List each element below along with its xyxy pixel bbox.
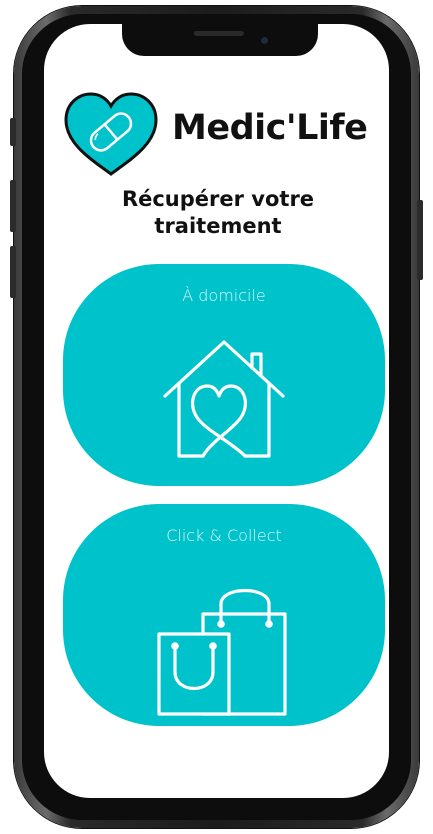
phone-notch	[122, 22, 318, 56]
phone-mockup: Medic'Life Récupérer votre traitement À …	[0, 0, 433, 834]
shopping-bags-icon	[157, 588, 287, 716]
home-delivery-button[interactable]: À domicile	[63, 264, 385, 486]
click-and-collect-button[interactable]: Click & Collect	[63, 504, 385, 726]
heart-pill-logo-icon	[64, 92, 158, 176]
front-camera	[261, 37, 268, 44]
phone-volume-down-button	[10, 246, 16, 298]
speaker-grille	[194, 31, 244, 36]
app-title: Medic'Life	[172, 108, 368, 148]
page-subtitle: Récupérer votre traitement	[121, 187, 315, 238]
house-heart-icon	[163, 340, 285, 458]
phone-volume-up-button	[10, 180, 16, 232]
phone-side-button	[10, 118, 16, 146]
phone-power-button	[417, 200, 423, 280]
home-delivery-label: À domicile	[182, 286, 266, 305]
click-and-collect-label: Click & Collect	[166, 526, 282, 545]
